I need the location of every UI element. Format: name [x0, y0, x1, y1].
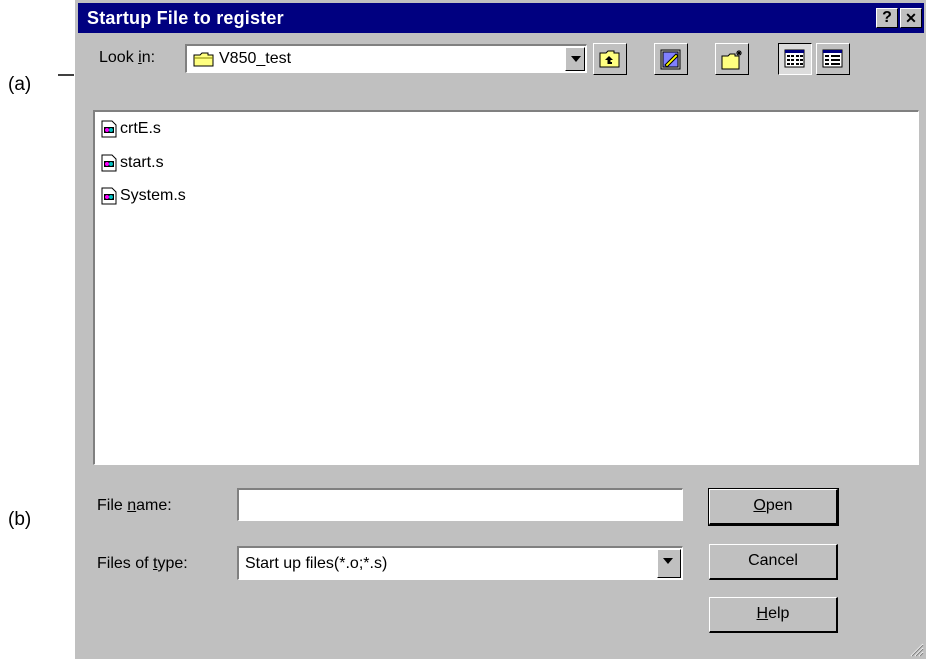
open-file-dialog: Startup File to register ? ✕ Look in: V8… [74, 0, 926, 659]
desktop-icon [660, 49, 681, 70]
annotation-b-label: (b) [8, 509, 32, 530]
asm-file-icon [101, 120, 117, 138]
list-item[interactable]: crtE.s [101, 118, 161, 140]
create-new-folder-button[interactable] [715, 43, 749, 75]
lookin-label: Look in: [99, 49, 156, 66]
close-button[interactable]: ✕ [900, 8, 922, 28]
file-name: System.s [120, 187, 186, 204]
up-one-level-button[interactable] [593, 43, 627, 75]
open-button[interactable]: Open [708, 488, 839, 526]
list-item[interactable]: start.s [101, 152, 164, 174]
dialog-title: Startup File to register [87, 8, 284, 28]
lookin-dropdown-arrow[interactable] [565, 47, 585, 71]
asm-file-icon [101, 154, 117, 172]
up-folder-icon [599, 50, 620, 68]
filename-input[interactable] [237, 488, 683, 521]
cancel-button[interactable]: Cancel [709, 544, 838, 580]
details-view-button[interactable] [816, 43, 850, 75]
folder-icon [193, 52, 214, 67]
file-list[interactable]: crtE.s start.s System.s [93, 110, 919, 465]
filetype-dropdown-arrow[interactable] [657, 549, 681, 578]
asm-file-icon [101, 187, 117, 205]
details-view-icon [822, 49, 843, 68]
filename-label: File name: [97, 497, 172, 514]
list-view-button[interactable] [778, 43, 812, 75]
list-view-icon [784, 49, 805, 68]
help-question-button[interactable]: ? [876, 8, 898, 28]
annotation-a-label: (a) [8, 74, 32, 95]
file-name: start.s [120, 154, 164, 171]
lookin-value: V850_test [219, 50, 292, 67]
list-item[interactable]: System.s [101, 185, 186, 207]
filetype-dropdown[interactable]: Start up files(*.o;*.s) [237, 546, 683, 580]
lookin-dropdown[interactable]: V850_test [185, 44, 587, 73]
desktop-button[interactable] [654, 43, 688, 75]
filetype-value: Start up files(*.o;*.s) [245, 555, 388, 572]
title-bar[interactable]: Startup File to register ? ✕ [78, 3, 924, 33]
new-folder-icon [721, 50, 742, 70]
file-name: crtE.s [120, 120, 161, 137]
help-button[interactable]: Help [709, 597, 838, 633]
resize-grip-icon[interactable] [910, 643, 924, 657]
filetype-label: Files of type: [97, 555, 188, 572]
